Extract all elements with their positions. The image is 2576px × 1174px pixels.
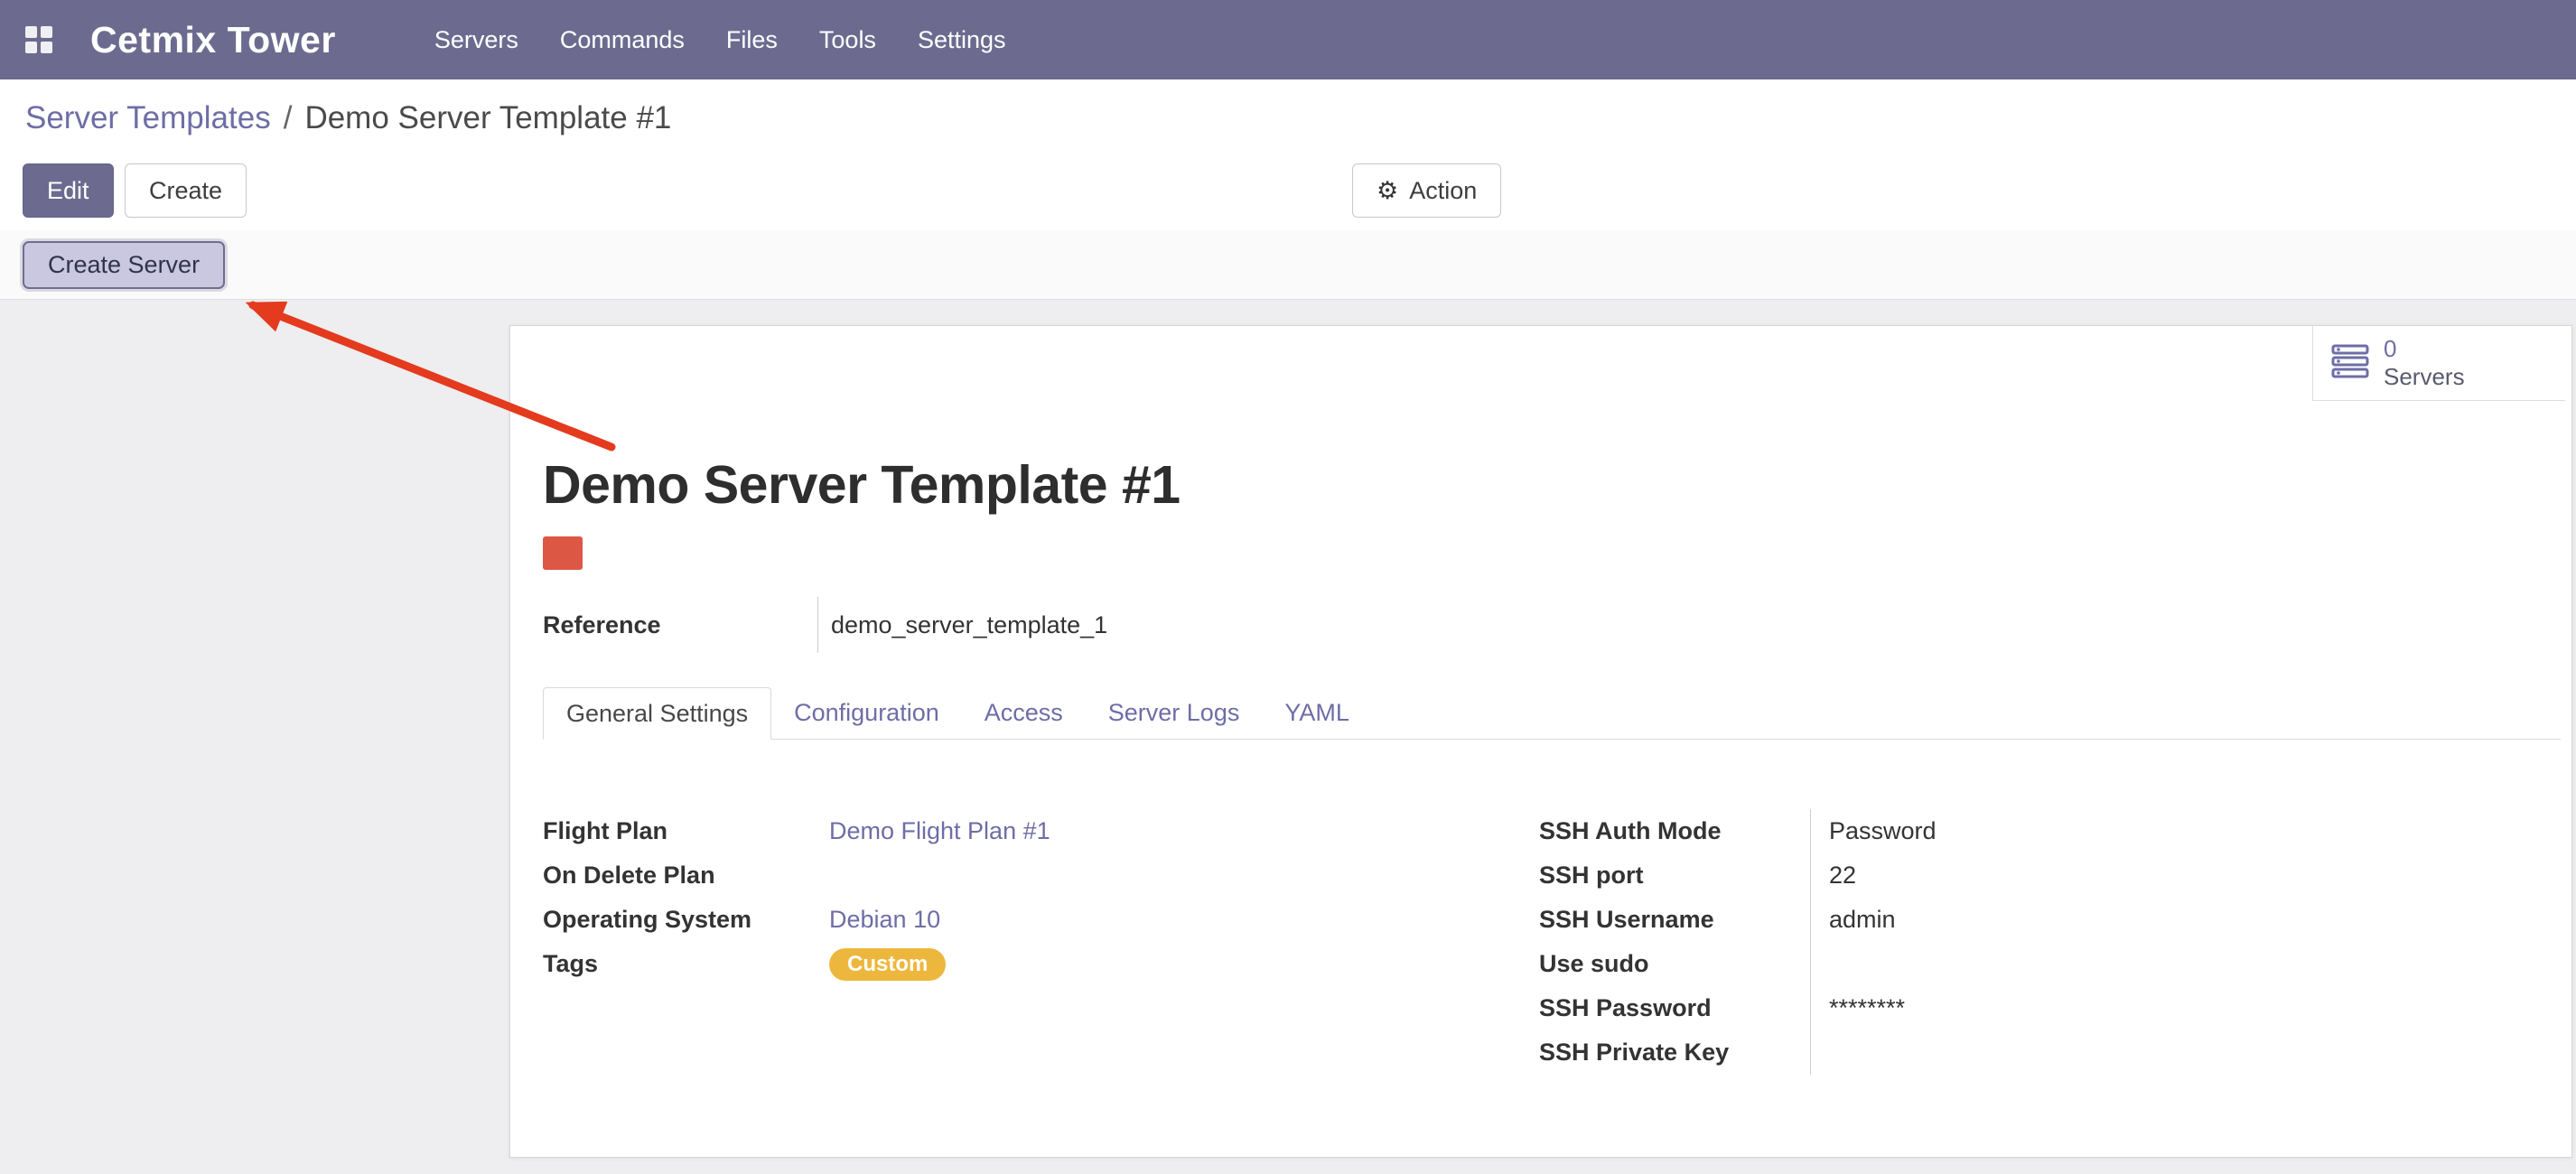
menu-item-servers[interactable]: Servers xyxy=(414,26,539,54)
breadcrumb-current: Demo Server Template #1 xyxy=(304,100,671,136)
field-label-ssh-port: SSH port xyxy=(1539,862,1810,890)
servers-count: 0 xyxy=(2384,335,2465,363)
ssh-private-key-value xyxy=(1810,1030,2550,1075)
menu-item-tools[interactable]: Tools xyxy=(798,26,897,54)
field-label-flight-plan: Flight Plan xyxy=(543,817,829,845)
create-button[interactable]: Create xyxy=(125,163,247,218)
reference-value: demo_server_template_1 xyxy=(817,597,1107,653)
app-brand[interactable]: Cetmix Tower xyxy=(90,19,336,61)
field-label-ssh-private-key: SSH Private Key xyxy=(1539,1039,1810,1067)
menu-item-files[interactable]: Files xyxy=(705,26,798,54)
general-settings-fields: Flight Plan Demo Flight Plan #1 On Delet… xyxy=(543,809,2550,1075)
breadcrumb-separator: / xyxy=(284,100,293,136)
on-delete-plan-value xyxy=(829,853,1539,898)
tab-configuration[interactable]: Configuration xyxy=(771,687,962,739)
field-label-on-delete-plan: On Delete Plan xyxy=(543,862,829,890)
breadcrumb: Server Templates / Demo Server Template … xyxy=(0,79,2576,157)
action-button-label: Action xyxy=(1409,177,1477,205)
ssh-password-value: ******** xyxy=(1810,986,2550,1030)
status-bar: Create Server xyxy=(0,230,2576,300)
edit-button[interactable]: Edit xyxy=(23,163,114,218)
flight-plan-link[interactable]: Demo Flight Plan #1 xyxy=(829,817,1050,845)
field-label-ssh-password: SSH Password xyxy=(1539,994,1810,1022)
servers-count-label: Servers xyxy=(2384,363,2465,391)
tab-server-logs[interactable]: Server Logs xyxy=(1086,687,1263,739)
tab-access[interactable]: Access xyxy=(962,687,1086,739)
field-label-tags: Tags xyxy=(543,950,829,978)
tags-value: Custom xyxy=(829,942,1539,986)
tag-custom: Custom xyxy=(829,948,946,981)
operating-system-link[interactable]: Debian 10 xyxy=(829,906,940,934)
use-sudo-value xyxy=(1810,942,2550,986)
reference-label: Reference xyxy=(543,611,817,639)
reference-field: Reference demo_server_template_1 xyxy=(543,597,1107,653)
create-server-button[interactable]: Create Server xyxy=(23,241,225,289)
servers-stat-text: 0 Servers xyxy=(2384,335,2465,390)
ssh-auth-mode-value: Password xyxy=(1810,809,2550,853)
ssh-username-value: admin xyxy=(1810,898,2550,942)
action-button[interactable]: ⚙ Action xyxy=(1352,163,1501,218)
main-menu: Servers Commands Files Tools Settings xyxy=(414,26,1027,54)
menu-item-commands[interactable]: Commands xyxy=(539,26,705,54)
record-title: Demo Server Template #1 xyxy=(543,458,1181,514)
top-navbar: Cetmix Tower Servers Commands Files Tool… xyxy=(0,0,2576,79)
menu-item-settings[interactable]: Settings xyxy=(897,26,1027,54)
gear-icon: ⚙ xyxy=(1377,179,1398,203)
ssh-port-value: 22 xyxy=(1810,853,2550,898)
field-group-left: Flight Plan Demo Flight Plan #1 On Delet… xyxy=(543,809,1539,986)
breadcrumb-parent-link[interactable]: Server Templates xyxy=(25,100,271,136)
form-sheet: 0 Servers Demo Server Template #1 Refere… xyxy=(509,325,2572,1158)
record-color-swatch xyxy=(543,536,583,570)
field-label-ssh-username: SSH Username xyxy=(1539,906,1810,934)
servers-stat-button[interactable]: 0 Servers xyxy=(2312,326,2565,401)
tab-general-settings[interactable]: General Settings xyxy=(543,687,771,740)
content-area: 0 Servers Demo Server Template #1 Refere… xyxy=(0,300,2576,1174)
form-buttons-row: Edit Create ⚙ Action xyxy=(0,163,2576,219)
apps-grid-icon[interactable] xyxy=(23,24,54,55)
field-label-ssh-auth-mode: SSH Auth Mode xyxy=(1539,817,1810,845)
notebook-tabs: General Settings Configuration Access Se… xyxy=(543,687,2561,740)
server-stack-icon xyxy=(2331,344,2369,383)
operating-system-value: Debian 10 xyxy=(829,898,1539,942)
flight-plan-value: Demo Flight Plan #1 xyxy=(829,809,1539,853)
field-label-use-sudo: Use sudo xyxy=(1539,950,1810,978)
field-label-operating-system: Operating System xyxy=(543,906,829,934)
tab-yaml[interactable]: YAML xyxy=(1262,687,1372,739)
field-group-right: SSH Auth Mode Password SSH port 22 SSH U… xyxy=(1539,809,2550,1075)
